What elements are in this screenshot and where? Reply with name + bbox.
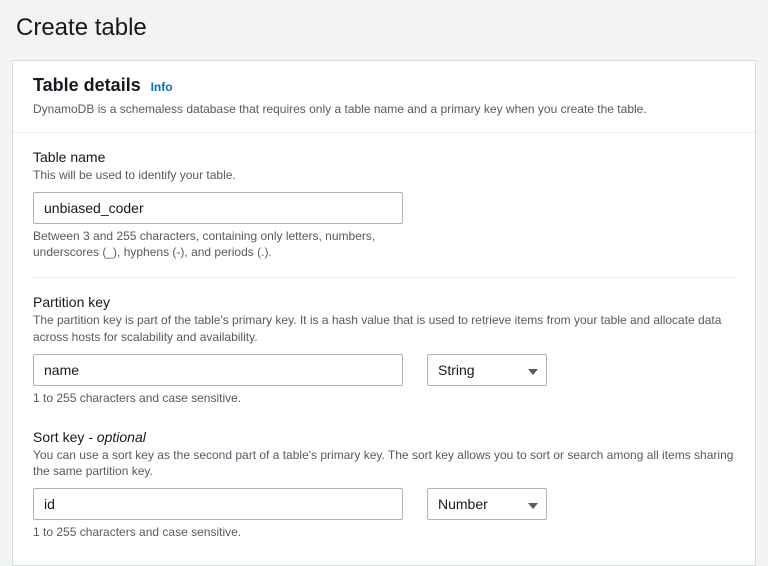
table-name-input[interactable] (33, 192, 403, 224)
partition-key-label: Partition key (33, 294, 735, 310)
card-body: Table name This will be used to identify… (13, 133, 755, 565)
table-name-label: Table name (33, 149, 735, 165)
sort-key-input-row: Number (33, 488, 735, 520)
partition-key-type-select-wrap: String (427, 354, 547, 386)
sort-key-hint: 1 to 255 characters and case sensitive. (33, 524, 735, 541)
card-title: Table details (33, 75, 141, 95)
sort-key-desc: You can use a sort key as the second par… (33, 447, 735, 481)
card-subtitle: DynamoDB is a schemaless database that r… (33, 101, 735, 118)
partition-key-hint: 1 to 255 characters and case sensitive. (33, 390, 735, 407)
card-header-title-row: Table details Info (33, 75, 735, 96)
page-header: Create table (0, 0, 768, 56)
page-title: Create table (16, 14, 752, 42)
info-link[interactable]: Info (151, 80, 173, 94)
table-name-desc: This will be used to identify your table… (33, 167, 735, 184)
partition-key-type-select[interactable]: String (427, 354, 547, 386)
divider (33, 277, 735, 278)
sort-key-type-select-wrap: Number (427, 488, 547, 520)
field-partition-key: Partition key The partition key is part … (33, 294, 735, 406)
table-name-input-row (33, 192, 735, 224)
sort-key-optional: - optional (84, 429, 145, 445)
partition-key-input-row: String (33, 354, 735, 386)
card-header: Table details Info DynamoDB is a schemal… (13, 61, 755, 133)
field-sort-key: Sort key - optional You can use a sort k… (33, 429, 735, 541)
sort-key-label: Sort key - optional (33, 429, 735, 445)
sort-key-input[interactable] (33, 488, 403, 520)
table-name-hint: Between 3 and 255 characters, containing… (33, 228, 403, 262)
sort-key-label-text: Sort key (33, 429, 84, 445)
field-table-name: Table name This will be used to identify… (33, 149, 735, 261)
sort-key-type-select[interactable]: Number (427, 488, 547, 520)
partition-key-desc: The partition key is part of the table's… (33, 312, 735, 346)
table-details-card: Table details Info DynamoDB is a schemal… (12, 60, 756, 566)
partition-key-input[interactable] (33, 354, 403, 386)
